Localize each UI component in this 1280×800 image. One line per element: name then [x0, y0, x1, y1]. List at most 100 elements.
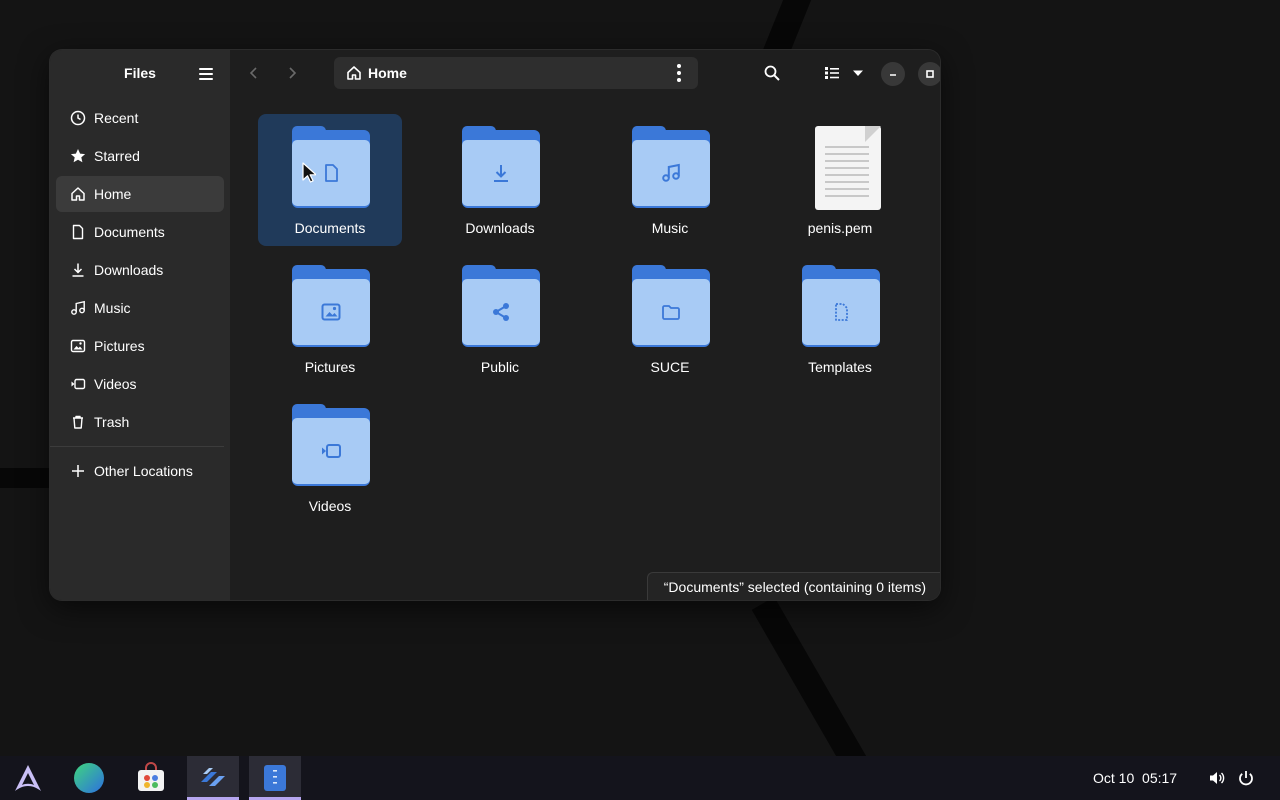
main-content: Home Documents Downloads Music penis.pem…	[230, 50, 940, 600]
wallpaper-stroke	[0, 468, 52, 488]
file-item-public[interactable]: Public	[428, 253, 572, 385]
sidebar-header: Files	[50, 50, 230, 96]
star-icon	[70, 148, 86, 164]
file-label: Public	[480, 359, 520, 375]
view-options-button[interactable]	[848, 61, 868, 85]
sidebar-item-label: Starred	[94, 148, 140, 164]
taskbar-files[interactable]	[249, 756, 301, 800]
globe-icon	[74, 763, 104, 793]
sidebar-item-recent[interactable]: Recent	[56, 100, 224, 136]
sidebar-item-other-locations[interactable]: Other Locations	[56, 453, 224, 489]
folder-icon	[460, 265, 540, 349]
installer-icon	[201, 768, 225, 786]
clock-icon	[70, 110, 86, 126]
date-label: Oct 10	[1093, 770, 1135, 786]
trash-icon	[70, 414, 86, 430]
music-icon	[632, 140, 710, 206]
video-icon	[70, 376, 86, 392]
sidebar-item-label: Other Locations	[94, 463, 193, 479]
header-bar: Home	[230, 50, 940, 96]
file-item-templates[interactable]: Templates	[768, 253, 912, 385]
folder-icon	[290, 404, 370, 488]
document-icon	[70, 224, 86, 240]
search-button[interactable]	[760, 61, 784, 85]
search-icon	[764, 65, 780, 81]
file-label: Templates	[808, 359, 872, 375]
app-launcher-button[interactable]	[2, 756, 54, 800]
sidebar-nav: Recent Starred Home Documents Downloads …	[50, 100, 224, 491]
file-item-documents[interactable]: Documents	[258, 114, 402, 246]
home-icon	[70, 186, 86, 202]
sidebar-item-starred[interactable]: Starred	[56, 138, 224, 174]
file-item-penis-pem[interactable]: penis.pem	[768, 114, 912, 246]
sidebar-divider	[50, 446, 224, 447]
sidebar-item-label: Documents	[94, 224, 165, 240]
file-label: SUCE	[650, 359, 690, 375]
chevron-left-icon	[249, 67, 257, 79]
file-label: Videos	[308, 498, 352, 514]
view-list-button[interactable]	[820, 61, 844, 85]
template-icon	[802, 279, 880, 345]
sidebar-item-label: Home	[94, 186, 132, 202]
download-icon	[462, 140, 540, 206]
back-button[interactable]	[240, 61, 268, 85]
sidebar-item-videos[interactable]: Videos	[56, 366, 224, 402]
sidebar-item-label: Music	[94, 300, 131, 316]
hamburger-icon	[199, 68, 213, 70]
video-icon	[292, 418, 370, 484]
sidebar-item-pictures[interactable]: Pictures	[56, 328, 224, 364]
folder-icon	[630, 126, 710, 210]
music-icon	[70, 300, 86, 316]
sidebar-item-home[interactable]: Home	[56, 176, 224, 212]
file-item-suce[interactable]: SUCE	[598, 253, 742, 385]
time-label: 05:17	[1142, 770, 1178, 786]
main-menu-button[interactable]	[192, 62, 220, 86]
share-icon	[462, 279, 540, 345]
sidebar-item-label: Downloads	[94, 262, 164, 278]
path-menu-button[interactable]	[670, 64, 688, 82]
arch-logo-icon	[15, 765, 41, 791]
plus-icon	[70, 463, 86, 479]
sidebar-item-trash[interactable]: Trash	[56, 404, 224, 440]
files-app-icon	[264, 765, 286, 791]
file-label: Documents	[294, 220, 366, 236]
forward-button[interactable]	[278, 61, 306, 85]
list-view-icon	[825, 67, 839, 79]
maximize-icon	[926, 70, 934, 78]
file-item-downloads[interactable]: Downloads	[428, 114, 572, 246]
maximize-button[interactable]	[918, 62, 940, 86]
path-current: Home	[368, 65, 407, 81]
file-item-videos[interactable]: Videos	[258, 392, 402, 524]
sidebar-item-label: Videos	[94, 376, 137, 392]
caret-down-icon	[853, 70, 863, 76]
taskbar-system-app[interactable]	[187, 756, 239, 800]
volume-icon[interactable]	[1208, 769, 1226, 787]
picture-icon	[292, 279, 370, 345]
file-item-music[interactable]: Music	[598, 114, 742, 246]
taskbar-browser[interactable]	[63, 756, 115, 800]
sidebar-item-label: Recent	[94, 110, 139, 126]
path-bar[interactable]: Home	[334, 57, 698, 89]
files-window: Files Recent Starred Home Documents Down…	[50, 50, 940, 600]
file-label: penis.pem	[807, 220, 873, 236]
sidebar-item-documents[interactable]: Documents	[56, 214, 224, 250]
sidebar-item-label: Pictures	[94, 338, 145, 354]
home-icon	[346, 65, 362, 81]
text-file-icon	[800, 126, 881, 210]
folder-icon	[460, 126, 540, 210]
minimize-button[interactable]	[881, 62, 905, 86]
folder-icon	[630, 265, 710, 349]
clock[interactable]: Oct 10 05:17	[1093, 770, 1177, 786]
kebab-icon	[677, 64, 681, 68]
file-label: Downloads	[465, 220, 535, 236]
file-item-pictures[interactable]: Pictures	[258, 253, 402, 385]
power-icon[interactable]	[1237, 769, 1255, 787]
sidebar-item-downloads[interactable]: Downloads	[56, 252, 224, 288]
mouse-cursor-icon	[302, 162, 316, 183]
picture-icon	[70, 338, 86, 354]
download-icon	[70, 262, 86, 278]
taskbar-software-store[interactable]	[125, 756, 177, 800]
sidebar-item-music[interactable]: Music	[56, 290, 224, 326]
file-label: Music	[651, 220, 689, 236]
minimize-icon	[890, 74, 896, 76]
